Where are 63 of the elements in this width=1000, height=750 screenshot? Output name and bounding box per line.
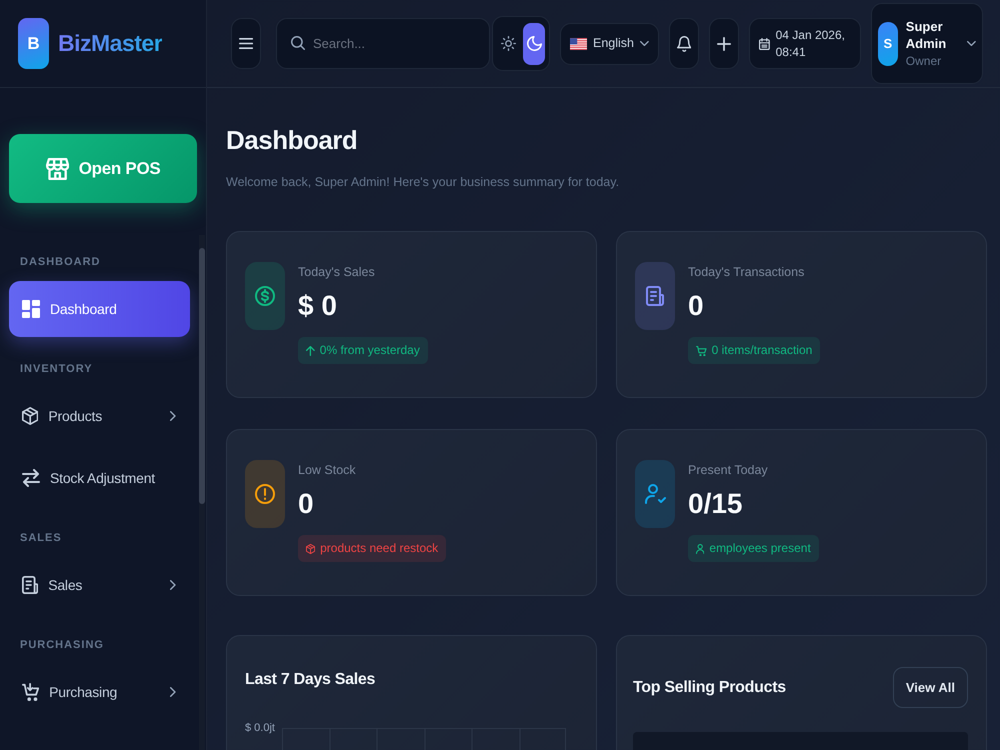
- plus-icon: [716, 36, 731, 50]
- bell-icon: [676, 36, 692, 52]
- user-role: Owner: [906, 52, 942, 70]
- arrow-up-icon: [306, 346, 315, 356]
- user-name: Super Admin: [906, 18, 948, 53]
- add-button[interactable]: [708, 18, 739, 69]
- nav-section-label: INVENTORY: [19, 362, 94, 377]
- chevron-right-icon: [170, 687, 176, 697]
- stat-note-text: 0% from yesterday: [320, 343, 420, 358]
- y-axis-label: $ 0.0jt: [245, 721, 275, 736]
- stat-note-text: 0 items/transaction: [712, 343, 812, 358]
- card-title: Top Selling Products: [633, 678, 786, 698]
- cube-icon: [306, 544, 316, 554]
- card-title: Last 7 Days Sales: [245, 670, 376, 690]
- chevron-down-icon: [640, 41, 649, 46]
- user-icon: [696, 544, 704, 554]
- stat-label: Present Today: [688, 462, 768, 478]
- nav-section-label: SALES: [19, 531, 63, 546]
- nav-item[interactable]: Stock Adjustment: [9, 450, 190, 506]
- user-menu-button[interactable]: S Super Admin Owner: [870, 3, 983, 84]
- chevron-right-icon: [170, 580, 176, 590]
- cart-icon: [22, 683, 40, 701]
- nav-item[interactable]: Sales: [9, 557, 190, 613]
- chevron-right-icon: [170, 411, 176, 421]
- search-field[interactable]: Search...: [276, 18, 490, 69]
- moon-icon: [526, 36, 542, 51]
- nav-section-label: DASHBOARD: [19, 255, 102, 270]
- cube-icon: [22, 407, 38, 425]
- stat-value: $ 0: [298, 289, 337, 323]
- stat-value: 0: [688, 289, 704, 323]
- view-all-button[interactable]: View All: [892, 667, 968, 708]
- brand-logo: B: [18, 18, 49, 69]
- calendar-icon: [758, 38, 770, 50]
- menu-icon: [238, 38, 254, 49]
- dark-mode-button[interactable]: [523, 22, 545, 64]
- store-icon: [46, 158, 69, 180]
- page-subtitle: Welcome back, Super Admin! Here's your business summary for today.: [226, 174, 620, 190]
- stat-label: Low Stock: [298, 462, 356, 478]
- flag-icon: [570, 38, 587, 50]
- stat-value: 0/15: [688, 487, 742, 521]
- stat-note-text: employees present: [709, 541, 811, 556]
- notifications-button[interactable]: [668, 18, 699, 69]
- search-icon: [291, 36, 305, 50]
- cart-icon: [696, 346, 707, 356]
- dashboard-grid-icon: [22, 300, 40, 318]
- swap-arrows-icon: [22, 469, 40, 487]
- chevron-down-icon: [967, 41, 976, 46]
- nav-section-label: PURCHASING: [19, 638, 105, 653]
- stat-label: Today's Sales: [298, 264, 375, 280]
- stat-value: 0: [298, 487, 314, 521]
- menu-button[interactable]: [231, 18, 261, 69]
- nav-item[interactable]: Dashboard: [9, 281, 190, 337]
- sun-icon: [500, 36, 516, 51]
- stat-label: Today's Transactions: [688, 264, 804, 280]
- scrollbar-thumb[interactable]: [199, 248, 205, 504]
- date-time-text: 04 Jan 2026, 08:41: [776, 27, 846, 60]
- nav-item[interactable]: Purchasing: [9, 664, 190, 720]
- page-title: Dashboard: [226, 125, 358, 155]
- stat-note-text: products need restock: [320, 541, 438, 556]
- language-dropdown[interactable]: English: [560, 22, 659, 64]
- user-avatar: S: [878, 22, 898, 66]
- nav-item[interactable]: Products: [9, 388, 190, 444]
- document-icon: [22, 576, 38, 594]
